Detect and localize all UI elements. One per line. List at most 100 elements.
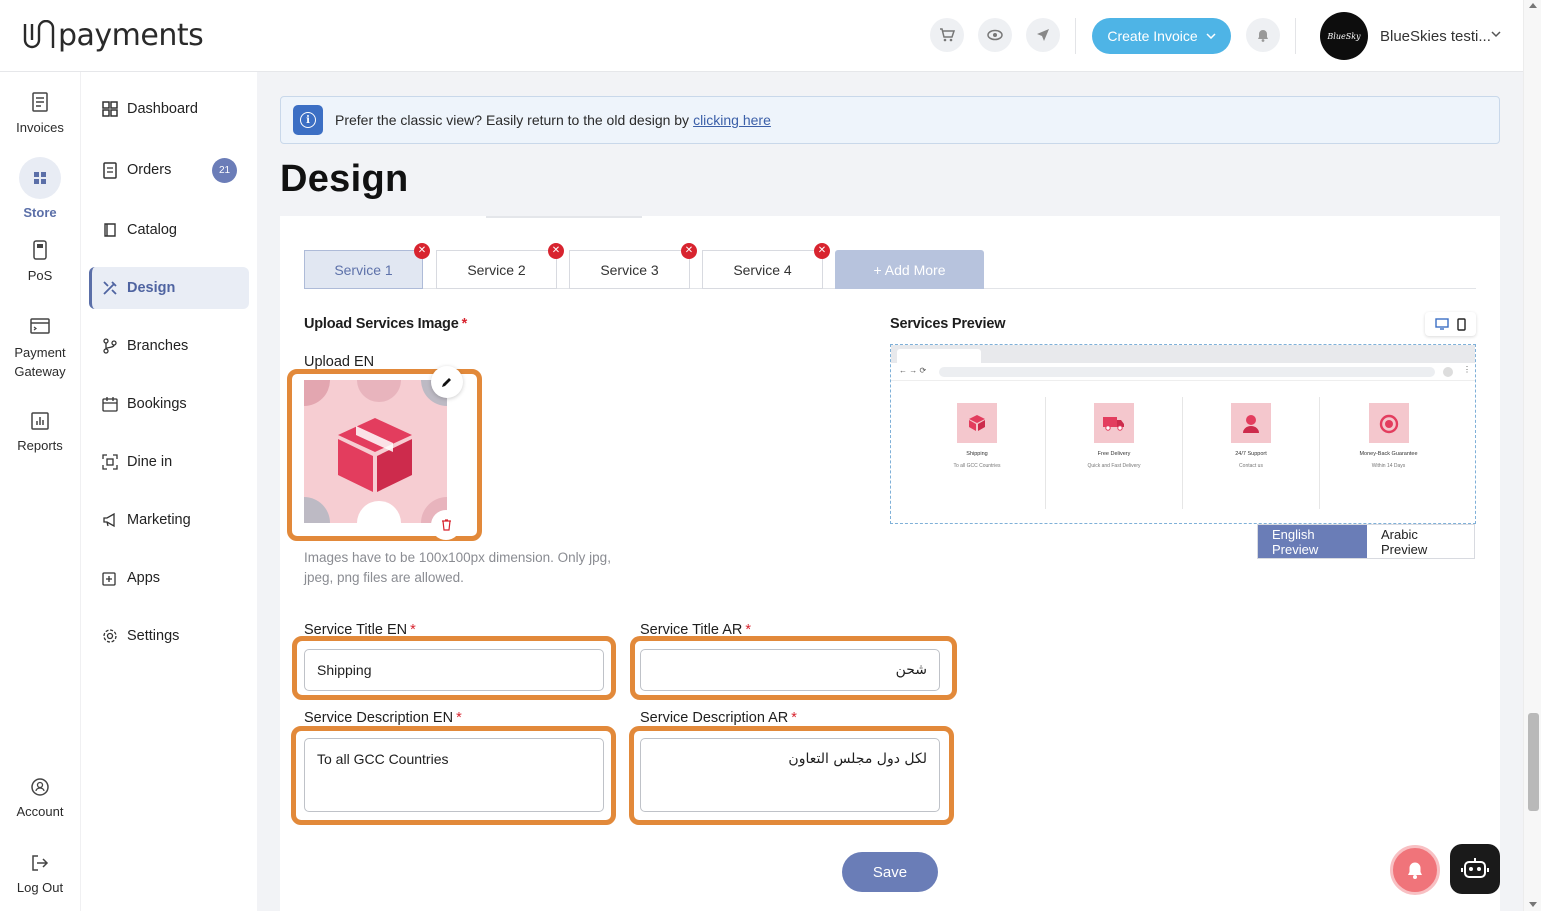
nav-item-catalog[interactable]: Catalog bbox=[89, 209, 249, 251]
megaphone-icon bbox=[103, 512, 115, 528]
nav-label: Catalog bbox=[127, 222, 177, 238]
preview-service-title: Shipping bbox=[966, 451, 988, 457]
desktop-icon[interactable] bbox=[1435, 318, 1449, 330]
chat-support-button[interactable] bbox=[1450, 844, 1500, 894]
service-title-ar-input[interactable]: شحن bbox=[640, 649, 940, 691]
preview-language-toggle: English Preview Arabic Preview bbox=[1257, 524, 1475, 559]
nav-item-dashboard[interactable]: Dashboard bbox=[89, 88, 249, 130]
tab-service-4[interactable]: Service 4 ✕ bbox=[702, 243, 830, 289]
services-preview-frame: ← → ⟳ ⋮ Shipping To all GCC Countries Fr… bbox=[890, 344, 1476, 524]
nav-label: Dine in bbox=[127, 454, 173, 470]
chevron-down-icon[interactable] bbox=[1490, 30, 1502, 38]
save-button[interactable]: Save bbox=[842, 852, 938, 892]
nav-item-dine-in[interactable]: Dine in bbox=[89, 441, 249, 483]
service-image-thumbnail[interactable] bbox=[304, 380, 447, 523]
logo[interactable]: payments bbox=[22, 18, 204, 53]
rail-item-logout[interactable]: Log Out bbox=[0, 854, 80, 895]
rail-item-invoices[interactable]: Invoices bbox=[0, 92, 80, 135]
edit-image-button[interactable] bbox=[431, 366, 463, 398]
send-icon[interactable] bbox=[1026, 18, 1060, 52]
close-icon[interactable]: ✕ bbox=[414, 243, 430, 259]
bell-icon[interactable] bbox=[1246, 18, 1280, 52]
scroll-up-icon[interactable] bbox=[1529, 3, 1537, 8]
top-bar: payments Create Invoice BlueSky BlueSkie… bbox=[0, 0, 1523, 72]
card-stub bbox=[486, 216, 642, 218]
service-description-ar-input[interactable]: لكل دول مجلس التعاون bbox=[640, 738, 940, 812]
delete-image-button[interactable] bbox=[431, 510, 461, 540]
info-icon: i bbox=[293, 105, 323, 135]
gear-icon bbox=[103, 629, 117, 643]
close-icon[interactable]: ✕ bbox=[681, 243, 697, 259]
desc-ar-label: Service Description AR * bbox=[640, 710, 797, 726]
notification-fab[interactable] bbox=[1390, 845, 1440, 895]
branches-icon bbox=[103, 338, 117, 354]
create-invoice-label: Create Invoice bbox=[1107, 28, 1198, 44]
avatar-text: BlueSky bbox=[1327, 31, 1361, 41]
nav-item-orders[interactable]: Orders 21 bbox=[89, 149, 249, 191]
services-preview-label: Services Preview bbox=[890, 316, 1006, 332]
orders-count-badge: 21 bbox=[212, 158, 237, 183]
close-icon[interactable]: ✕ bbox=[814, 243, 830, 259]
service-description-en-input[interactable]: To all GCC Countries bbox=[304, 738, 604, 812]
preview-browser-tabbar bbox=[891, 345, 1475, 363]
add-more-button[interactable]: + Add More bbox=[835, 250, 984, 289]
package-box-icon bbox=[304, 380, 447, 523]
preview-box-icon bbox=[957, 403, 997, 443]
tab-service-2[interactable]: Service 2 ✕ bbox=[436, 243, 564, 289]
store-subnav: Dashboard Orders 21 Catalog Design Branc… bbox=[80, 72, 257, 911]
preview-nav-arrows-icon: ← → ⟳ bbox=[899, 366, 927, 375]
mobile-icon[interactable] bbox=[1457, 317, 1466, 331]
banner-text: Prefer the classic view? Easily return t… bbox=[335, 112, 690, 128]
upload-hint: Images have to be 100x100px dimension. O… bbox=[304, 550, 611, 585]
header-divider bbox=[1075, 18, 1076, 54]
arabic-preview-button[interactable]: Arabic Preview bbox=[1367, 525, 1474, 558]
tab-service-1[interactable]: Service 1 ✕ bbox=[304, 243, 430, 289]
nav-item-design[interactable]: Design bbox=[89, 267, 249, 309]
page-title: Design bbox=[280, 158, 409, 200]
page-scrollbar[interactable] bbox=[1523, 0, 1541, 911]
avatar[interactable]: BlueSky bbox=[1320, 12, 1368, 60]
cart-icon[interactable] bbox=[930, 18, 964, 52]
preview-service-subtitle: Within 14 Days bbox=[1371, 463, 1406, 469]
scroll-down-icon[interactable] bbox=[1529, 902, 1537, 907]
eye-icon[interactable] bbox=[978, 18, 1012, 52]
create-invoice-button[interactable]: Create Invoice bbox=[1092, 18, 1231, 54]
preview-menu-icon: ⋮ bbox=[1463, 365, 1471, 374]
chat-robot-icon bbox=[1461, 858, 1489, 878]
rail-item-account[interactable]: Account bbox=[0, 778, 80, 819]
scroll-thumb[interactable] bbox=[1528, 713, 1539, 811]
preview-service-col: 24/7 Support Contact us bbox=[1183, 397, 1320, 509]
nav-item-apps[interactable]: Apps bbox=[89, 557, 249, 599]
qr-scan-icon bbox=[102, 454, 118, 470]
preview-service-subtitle: To all GCC Countries bbox=[953, 463, 1001, 469]
rail-item-store[interactable]: Store bbox=[0, 157, 80, 220]
tab-label: Service 3 bbox=[600, 261, 659, 278]
reports-icon bbox=[31, 412, 49, 430]
rail-item-payment-gateway[interactable]: Payment Gateway bbox=[0, 317, 80, 381]
left-rail: Invoices Store PoS Payment Gateway Repor… bbox=[0, 72, 80, 911]
pos-icon bbox=[33, 240, 47, 260]
nav-label: Dashboard bbox=[127, 101, 198, 117]
nav-label: Settings bbox=[127, 628, 180, 644]
store-name[interactable]: BlueSkies testi... bbox=[1380, 28, 1491, 45]
logout-icon bbox=[32, 855, 49, 871]
rail-label: Reports bbox=[17, 438, 63, 453]
classic-view-link[interactable]: clicking here bbox=[693, 112, 771, 128]
preview-truck-icon bbox=[1094, 403, 1134, 443]
rail-item-pos[interactable]: PoS bbox=[0, 240, 80, 283]
nav-item-marketing[interactable]: Marketing bbox=[89, 499, 249, 541]
tab-service-3[interactable]: Service 3 ✕ bbox=[569, 243, 697, 289]
rail-item-reports[interactable]: Reports bbox=[0, 412, 80, 453]
account-icon bbox=[31, 778, 49, 796]
close-icon[interactable]: ✕ bbox=[548, 243, 564, 259]
english-preview-button[interactable]: English Preview bbox=[1258, 525, 1367, 558]
nav-item-bookings[interactable]: Bookings bbox=[89, 383, 249, 425]
orders-icon bbox=[103, 162, 117, 179]
service-title-en-input[interactable]: Shipping bbox=[304, 649, 604, 691]
device-toggle bbox=[1425, 312, 1476, 336]
preview-service-col: Shipping To all GCC Countries bbox=[909, 397, 1046, 509]
preview-service-title: Money-Back Guarantee bbox=[1359, 451, 1418, 457]
nav-item-settings[interactable]: Settings bbox=[89, 615, 249, 657]
nav-item-branches[interactable]: Branches bbox=[89, 325, 249, 367]
preview-service-subtitle: Contact us bbox=[1239, 463, 1263, 469]
